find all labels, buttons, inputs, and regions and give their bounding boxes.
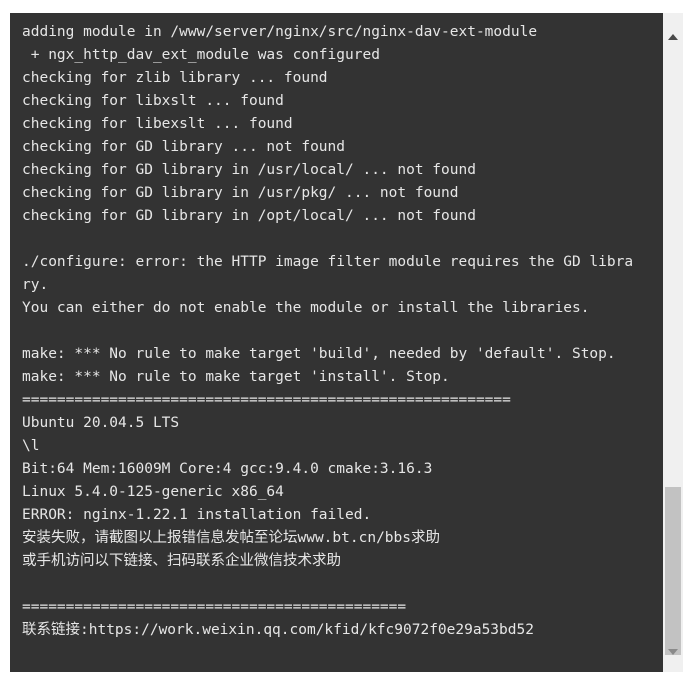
console-line: ./configure: error: the HTTP image filte… [22,254,634,270]
console-line: checking for GD library in /usr/pkg/ ...… [22,185,459,201]
console-line: ry. [22,277,49,293]
chevron-down-glyph [668,649,678,655]
console-output-text: adding module in /www/server/nginx/src/n… [22,21,663,672]
console-line: checking for libexslt ... found [22,116,293,132]
console-line: ========================================… [22,392,511,408]
console-line: checking for libxslt ... found [22,93,284,109]
console-line: make: *** No rule to make target 'build'… [22,346,616,362]
console-line: 联系链接:https://work.weixin.qq.com/kfid/kfc… [22,622,534,638]
console-line: Ubuntu 20.04.5 LTS [22,415,180,431]
console-line: checking for GD library in /usr/local/ .… [22,162,476,178]
console-line: 或手机访问以下链接、扫码联系企业微信技术求助 [22,553,341,569]
chevron-down-icon[interactable] [663,642,683,662]
console-line: \l [22,438,40,454]
terminal-console-panel[interactable]: adding module in /www/server/nginx/src/n… [10,13,663,672]
console-line: checking for zlib library ... found [22,70,328,86]
console-line: adding module in /www/server/nginx/src/n… [22,24,538,40]
console-line: ERROR: nginx-1.22.1 installation failed. [22,507,372,523]
console-line: make: *** No rule to make target 'instal… [22,369,450,385]
console-vertical-scrollbar[interactable] [663,13,683,672]
app-root: adding module in /www/server/nginx/src/n… [0,0,685,683]
console-line: checking for GD library ... not found [22,139,346,155]
console-line: ========================================… [22,599,407,615]
console-line: Bit:64 Mem:16009M Core:4 gcc:9.4.0 cmake… [22,461,433,477]
console-line: Linux 5.4.0-125-generic x86_64 [22,484,284,500]
scrollbar-thumb[interactable] [665,487,681,655]
console-line: + ngx_http_dav_ext_module was configured [22,47,380,63]
console-line: 安装失败，请截图以上报错信息发帖至论坛www.bt.cn/bbs求助 [22,530,440,546]
console-line: checking for GD library in /opt/local/ .… [22,208,476,224]
chevron-up-icon[interactable] [663,27,683,47]
chevron-up-glyph [668,34,678,40]
console-line: ========================================… [22,665,663,672]
console-line: You can either do not enable the module … [22,300,590,316]
